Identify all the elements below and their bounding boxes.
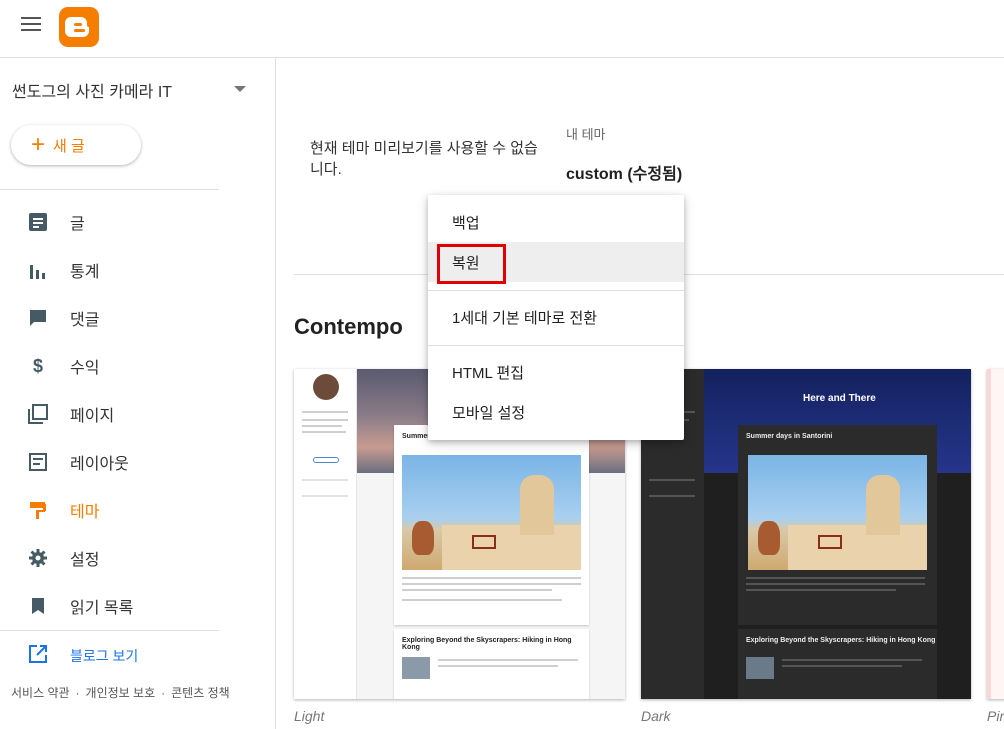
preview-post-title: Exploring Beyond the Skyscrapers: Hiking…: [402, 637, 572, 651]
menu-divider: [428, 345, 684, 346]
blogger-logo-icon[interactable]: [59, 7, 99, 47]
preview-post-title: Summer days in Santorini: [746, 433, 833, 440]
top-bar: [0, 0, 1004, 58]
menu-item-restore[interactable]: 복원: [428, 242, 684, 282]
view-blog-label: 블로그 보기: [70, 647, 139, 664]
theme-card-dark[interactable]: Here and There Summer days in Santorini …: [641, 369, 971, 699]
preview-unavailable-message: 현재 테마 미리보기를 사용할 수 없습니다.: [310, 140, 538, 178]
sidebar-item-theme[interactable]: 테마: [0, 486, 276, 534]
plus-icon: +: [31, 131, 46, 158]
sidebar-item-stats[interactable]: 통계: [0, 246, 276, 294]
theme-card-pink[interactable]: [987, 369, 1004, 699]
my-theme-name: custom (수정됨): [566, 166, 683, 183]
preview-blog-title: Here and There: [803, 393, 876, 404]
sidebar-item-label: 댓글: [70, 312, 100, 329]
footer-links: 서비스 약관 · 개인정보 보호 · 콘텐츠 정책: [11, 684, 230, 701]
bookmark-icon: [28, 596, 48, 616]
sidebar-item-comments[interactable]: 댓글: [0, 294, 276, 342]
dollar-icon: $: [32, 355, 43, 376]
sidebar-item-label: 레이아웃: [70, 456, 129, 473]
theme-label-dark: Dark: [641, 708, 671, 724]
menu-item-backup[interactable]: 백업: [428, 202, 684, 242]
view-blog-link[interactable]: 블로그 보기: [28, 644, 138, 667]
santorini-photo: [748, 455, 927, 570]
sidebar-item-label: 읽기 목록: [70, 600, 134, 617]
divider: [0, 189, 219, 190]
sidebar-item-pages[interactable]: 페이지: [0, 390, 276, 438]
new-post-button[interactable]: + 새 글: [11, 125, 141, 165]
menu-item-edit-html[interactable]: HTML 편집: [428, 352, 684, 392]
preview-post: Summer days in Santorini: [738, 425, 937, 625]
theme-label-pink: Pir: [987, 708, 1004, 724]
separator: ·: [75, 686, 80, 700]
content-policy-link[interactable]: 콘텐츠 정책: [171, 686, 230, 700]
sidebar-item-layout[interactable]: 레이아웃: [0, 438, 276, 486]
divider: [0, 630, 219, 631]
posts-icon: [28, 212, 48, 232]
theme-options-menu: 백업 복원 1세대 기본 테마로 전환 HTML 편집 모바일 설정: [428, 195, 684, 440]
paint-roller-icon: [28, 500, 48, 520]
terms-link[interactable]: 서비스 약관: [11, 686, 70, 700]
sidebar-item-label: 글: [70, 216, 85, 233]
stats-icon: [28, 260, 48, 280]
separator: ·: [161, 686, 166, 700]
sidebar-item-settings[interactable]: 설정: [0, 534, 276, 582]
menu-icon[interactable]: [21, 17, 41, 33]
chevron-down-icon[interactable]: [234, 86, 246, 92]
my-theme-label: 내 테마: [566, 127, 606, 142]
santorini-photo: [402, 455, 581, 570]
sidebar: 썬도그의 사진 카메라 IT + 새 글 글 통계 댓글 $ 수익 페이지 레이…: [0, 58, 276, 729]
sidebar-item-posts[interactable]: 글: [0, 198, 276, 246]
sidebar-item-label: 테마: [70, 504, 100, 521]
sidebar-item-reading-list[interactable]: 읽기 목록: [0, 582, 276, 630]
sidebar-item-label: 통계: [70, 264, 100, 281]
sidebar-item-earnings[interactable]: $ 수익: [0, 342, 276, 390]
comments-icon: [28, 308, 48, 328]
preview-post: Exploring Beyond the Skyscrapers: Hiking…: [394, 629, 589, 699]
preview-post-title: Summer: [402, 433, 431, 440]
sidebar-item-label: 페이지: [70, 408, 115, 425]
gear-icon: [28, 548, 48, 568]
open-in-new-icon: [28, 644, 48, 667]
menu-item-mobile-settings[interactable]: 모바일 설정: [428, 392, 684, 432]
privacy-link[interactable]: 개인정보 보호: [86, 686, 156, 700]
preview-post: Summer: [394, 425, 589, 625]
menu-item-revert-classic[interactable]: 1세대 기본 테마로 전환: [428, 297, 684, 337]
layout-icon: [28, 452, 48, 472]
menu-divider: [428, 290, 684, 291]
blog-title[interactable]: 썬도그의 사진 카메라 IT: [12, 78, 172, 102]
preview-post: Exploring Beyond the Skyscrapers: Hiking…: [738, 629, 937, 699]
new-post-label: 새 글: [53, 137, 85, 155]
pages-icon: [28, 404, 48, 424]
preview-post-title: Exploring Beyond the Skyscrapers: Hiking…: [746, 637, 936, 644]
sidebar-nav: 글 통계 댓글 $ 수익 페이지 레이아웃 테마 설정 읽기 목록: [0, 198, 276, 630]
theme-section-title: Contempo: [294, 314, 403, 339]
theme-label-light: Light: [294, 708, 325, 724]
sidebar-item-label: 수익: [70, 360, 100, 377]
preview-sidebar: [294, 369, 357, 699]
sidebar-item-label: 설정: [70, 552, 100, 569]
